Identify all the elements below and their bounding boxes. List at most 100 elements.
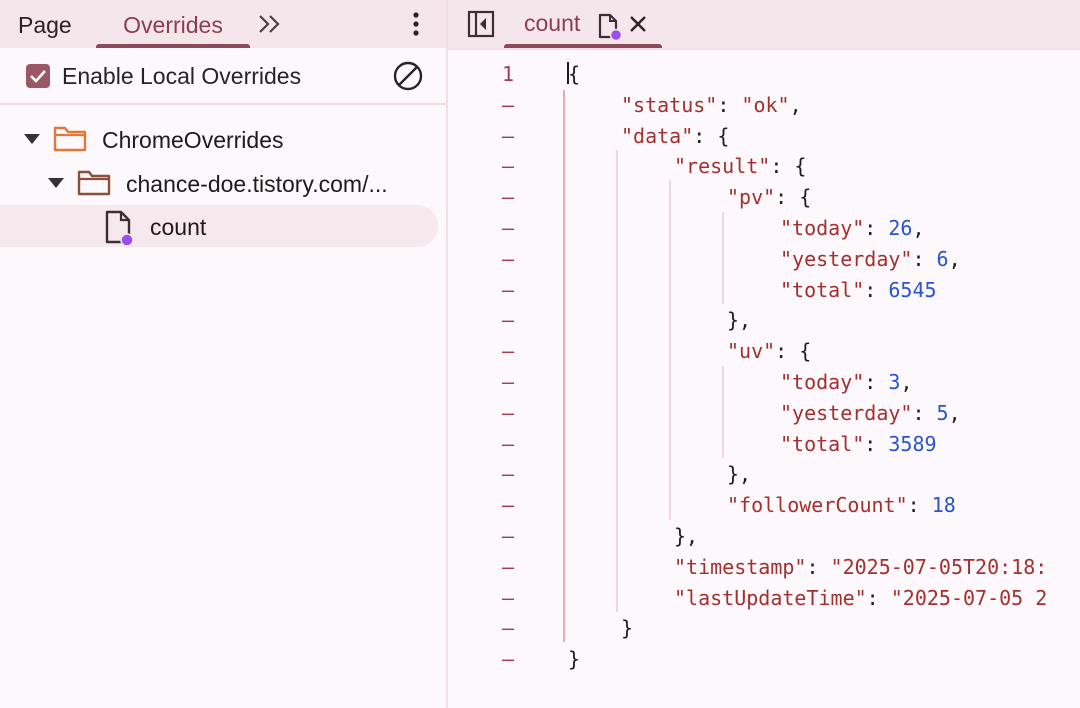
- line-marker[interactable]: –: [488, 308, 528, 332]
- code-text: "data": {: [621, 124, 729, 148]
- editor-tab-count[interactable]: count: [524, 10, 580, 37]
- code-line[interactable]: 1{: [448, 58, 1080, 89]
- code-token: ,: [900, 370, 913, 394]
- tree-item-label: count: [150, 214, 207, 240]
- code-line[interactable]: – "timestamp": "2025-07-05T20:18:: [448, 551, 1080, 582]
- line-marker[interactable]: –: [488, 401, 528, 425]
- line-marker[interactable]: –: [488, 216, 528, 240]
- tab-page[interactable]: Page: [18, 0, 72, 48]
- code-line[interactable]: – "result": {: [448, 150, 1080, 181]
- code-text: "status": "ok",: [621, 93, 802, 117]
- code-line[interactable]: – "data": {: [448, 120, 1080, 151]
- code-token: 6545: [888, 277, 937, 302]
- code-token: 6: [936, 246, 949, 271]
- code-token: {: [568, 62, 581, 86]
- code-line[interactable]: – "yesterday": 6,: [448, 243, 1080, 274]
- code-token: 3589: [888, 431, 937, 456]
- code-text: "total": 3589: [780, 432, 937, 456]
- code-line[interactable]: –}: [448, 643, 1080, 674]
- code-line[interactable]: – "today": 26,: [448, 212, 1080, 243]
- folder-icon: [77, 170, 111, 196]
- code-token: "followerCount": [727, 493, 908, 518]
- line-marker[interactable]: –: [488, 524, 528, 548]
- code-line[interactable]: – "followerCount": 18: [448, 489, 1080, 520]
- code-editor[interactable]: 1{– "status": "ok", – "data": {– "result": {…: [448, 50, 1080, 708]
- code-token: 18: [931, 493, 956, 518]
- line-marker[interactable]: –: [488, 462, 528, 486]
- code-token: },: [727, 308, 752, 333]
- tree-item-site-folder[interactable]: chance-doe.tistory.com/...: [0, 162, 446, 204]
- line-marker[interactable]: –: [488, 647, 528, 671]
- code-line[interactable]: – "total": 3589: [448, 428, 1080, 459]
- code-token: "result": [674, 154, 771, 179]
- code-token: 3: [888, 370, 901, 394]
- code-text: "lastUpdateTime": "2025-07-05 2: [674, 586, 1047, 610]
- code-line[interactable]: – "today": 3,: [448, 366, 1080, 397]
- code-text: },: [674, 524, 698, 548]
- tab-overrides[interactable]: Overrides: [96, 0, 250, 48]
- enable-local-overrides-checkbox[interactable]: [26, 64, 50, 88]
- line-marker[interactable]: –: [488, 93, 528, 117]
- code-token: :: [912, 246, 937, 271]
- code-token: "total": [780, 431, 865, 456]
- line-marker[interactable]: –: [488, 370, 528, 394]
- code-token: :: [907, 493, 932, 518]
- code-line[interactable]: – "total": 6545: [448, 274, 1080, 305]
- code-token: "2025-07-05 2: [890, 585, 1048, 610]
- code-line[interactable]: –},: [448, 304, 1080, 335]
- code-line[interactable]: –},: [448, 520, 1080, 551]
- tree-item-label: ChromeOverrides: [102, 127, 284, 153]
- code-token: "lastUpdateTime": [674, 585, 867, 610]
- code-line[interactable]: –},: [448, 458, 1080, 489]
- code-text: },: [727, 308, 751, 332]
- code-token: "total": [780, 277, 865, 302]
- expand-arrow-icon[interactable]: [47, 176, 65, 190]
- line-marker[interactable]: –: [488, 339, 528, 363]
- code-line[interactable]: – "uv": {: [448, 335, 1080, 366]
- line-number[interactable]: 1: [488, 62, 528, 86]
- code-token: : {: [693, 123, 730, 148]
- code-token: ,: [912, 216, 925, 240]
- code-token: :: [864, 277, 889, 302]
- line-marker[interactable]: –: [488, 555, 528, 579]
- code-token: "2025-07-05T20:18:: [830, 554, 1048, 579]
- line-marker[interactable]: –: [488, 586, 528, 610]
- more-vert-icon[interactable]: [404, 8, 428, 40]
- line-marker[interactable]: –: [488, 278, 528, 302]
- code-token: :: [864, 431, 889, 456]
- overrides-panel: Page Overrides Enable Local Overrides Ch…: [0, 0, 446, 708]
- code-text: "total": 6545: [780, 278, 937, 302]
- line-marker[interactable]: –: [488, 154, 528, 178]
- sidebar-toggle-icon[interactable]: [466, 9, 496, 39]
- tree-item-label: chance-doe.tistory.com/...: [126, 171, 388, 197]
- code-token: ,: [948, 400, 961, 425]
- expand-arrow-icon[interactable]: [23, 132, 41, 146]
- code-line[interactable]: – "status": "ok",: [448, 89, 1080, 120]
- line-marker[interactable]: –: [488, 247, 528, 271]
- line-marker[interactable]: –: [488, 493, 528, 517]
- code-text: "uv": {: [727, 339, 811, 363]
- file-icon: [105, 210, 134, 245]
- line-marker[interactable]: –: [488, 616, 528, 640]
- code-line[interactable]: – "pv": {: [448, 181, 1080, 212]
- block-icon[interactable]: [392, 60, 424, 92]
- code-line[interactable]: – "yesterday": 5,: [448, 397, 1080, 428]
- line-marker[interactable]: –: [488, 124, 528, 148]
- code-token: "yesterday": [780, 246, 913, 271]
- line-marker[interactable]: –: [488, 432, 528, 456]
- enable-local-overrides-label[interactable]: Enable Local Overrides: [62, 63, 301, 90]
- code-token: 26: [888, 216, 913, 240]
- tree-item-count-file[interactable]: count: [0, 205, 438, 247]
- code-line[interactable]: – "lastUpdateTime": "2025-07-05 2: [448, 582, 1080, 613]
- chevron-double-right-icon[interactable]: [256, 10, 284, 38]
- code-text: },: [727, 462, 751, 486]
- code-text: }: [621, 616, 633, 640]
- code-token: "today": [780, 216, 865, 240]
- tree-item-chrome-overrides[interactable]: ChromeOverrides: [0, 118, 446, 160]
- line-marker[interactable]: –: [488, 185, 528, 209]
- file-icon: [598, 13, 623, 42]
- code-line[interactable]: –}: [448, 612, 1080, 643]
- code-token: ,: [789, 92, 802, 117]
- code-token: "status": [621, 92, 718, 117]
- close-icon[interactable]: [626, 12, 650, 36]
